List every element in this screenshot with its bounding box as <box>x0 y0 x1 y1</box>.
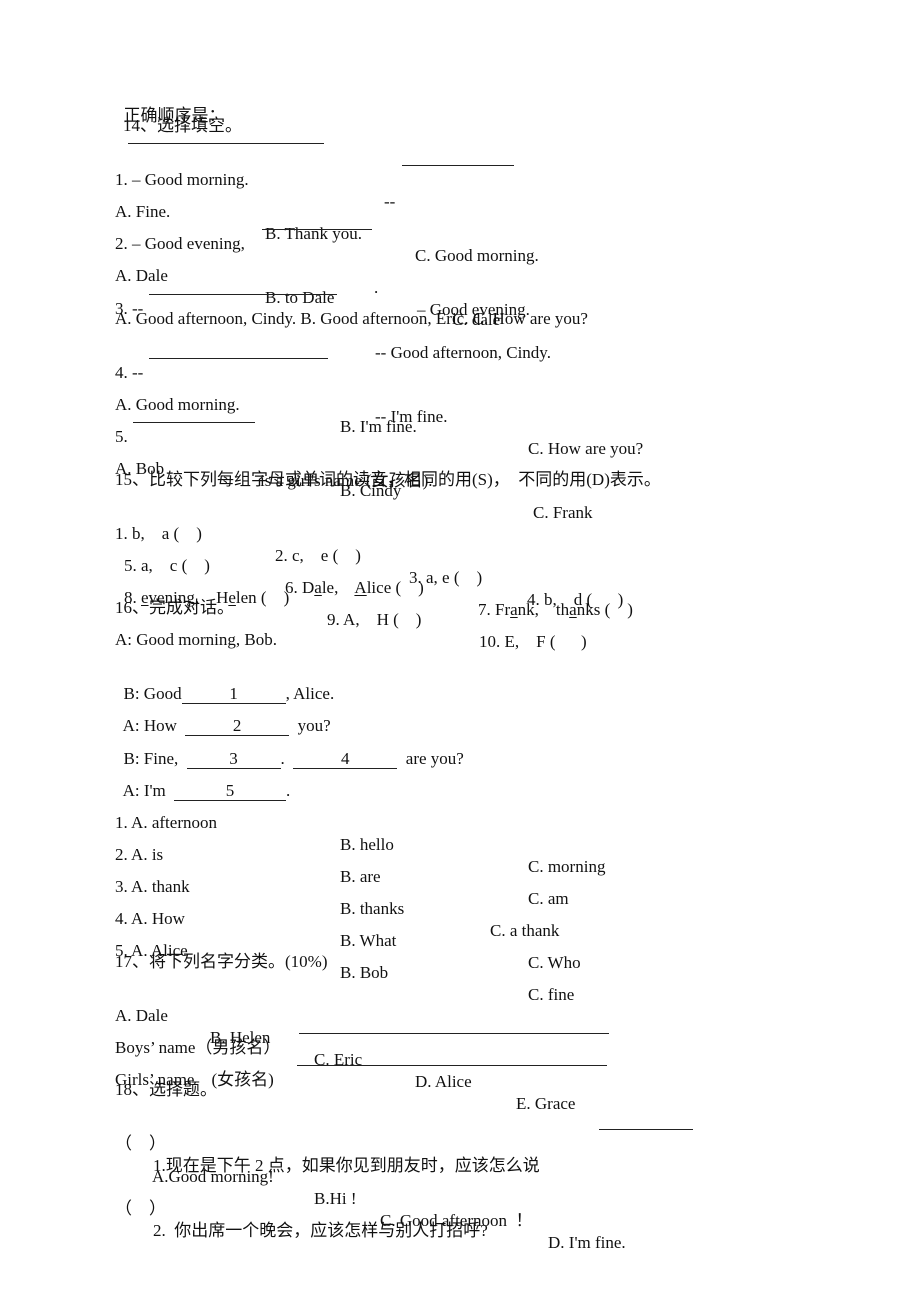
q14-4-answer-blank[interactable] <box>149 342 328 359</box>
q14-item-3: 3. -- -- Good afternoon, Cindy. <box>115 276 815 362</box>
q15-row-2: 5. a, c ( ) 6. Dale, Alice ( ) 7. Frank,… <box>124 533 824 619</box>
q15-item-9: 9. A, H ( ) <box>327 610 422 629</box>
q15-row-1: 1. b, a ( ) 2. c, e ( ) 3. a, e ( ) 4. b… <box>115 501 815 609</box>
choice-c: C. Who <box>528 953 581 972</box>
q14-item-4: 4. -- -- I'm fine. <box>115 340 815 426</box>
boys-name-line: Boys’ name（男孩名） <box>115 1015 815 1057</box>
q15-item-10: 10. E, F ( ) <box>479 632 587 651</box>
choice-row: 3. A. thank B. thanks C. a thank <box>115 854 815 940</box>
option-d: D. I'm fine. <box>548 1233 626 1252</box>
q15-title: 15、比较下列每组字母或单词的读音，相同的用(S)， 不同的用(D)表示。 <box>115 470 661 489</box>
q14-5-answer-blank[interactable] <box>133 406 255 423</box>
q15-item-7: 7. Frank, thanks ( ) <box>478 600 633 619</box>
q14-2-options: A. Dale B. to Dale C. dale <box>115 243 815 329</box>
choice-row: 2. A. is B. are C. am <box>115 822 815 908</box>
q18-item-2: （ ） 2. 你出席一个晚会，应该怎样与别人打招呼? <box>115 1176 815 1240</box>
q14-4-options: A. Good morning. B. I'm fine. C. How are… <box>115 372 815 458</box>
q14-item-5: 5. is a girl's name (女孩名). <box>115 404 815 490</box>
q15-row-3: 8. evening, Helen ( ) 9. A, H ( ) 10. E,… <box>124 565 824 651</box>
dialog-line-1: A: Good morning, Bob. <box>115 630 277 649</box>
q14-item-2: 2. – Good evening, . – Good evening. <box>115 211 815 319</box>
answer-paren[interactable]: （ ） <box>115 1198 166 1220</box>
q18-1-options: A.Good morning! B.Hi ! C. Good afternoon… <box>152 1144 852 1252</box>
q14-item-1: 1. – Good morning. -- <box>115 147 815 211</box>
choice-row: 1. A. afternoon B. hello C. morning <box>115 790 815 876</box>
q14-title: 14、选择填空。 <box>123 116 242 135</box>
q18-item-1: （ ） 1.现在是下午 2 点，如果你见到朋友时，应该怎么说 <box>115 1111 815 1175</box>
q17-names: A. Dale B. Helen C. Eric D. Alice E. Gra… <box>115 983 815 1113</box>
dialog-blank-4[interactable]: 4 <box>293 750 398 769</box>
q18-1-answer-blank[interactable] <box>599 1113 693 1130</box>
q14-1-answer-blank[interactable] <box>402 149 514 166</box>
q14-1-options: A. Fine. B. Thank you. C. Good morning. <box>115 179 815 265</box>
choice-b: B. Bob <box>340 963 389 982</box>
girls-name-line: Girls’ name (女孩名) <box>115 1047 815 1089</box>
q18-title: 18、选择题。 <box>115 1080 217 1099</box>
q17-title: 17、将下列名字分类。(10%) <box>115 952 328 971</box>
q14-5-options: A. Bob B. Cindy C. Frank <box>115 436 815 522</box>
name-option: D. Alice <box>415 1072 472 1091</box>
q16-title: 16、完成对话。 <box>115 598 234 617</box>
girls-name-blank[interactable] <box>297 1049 607 1066</box>
q14-2-answer-blank[interactable] <box>262 213 372 230</box>
q14-3-options: A. Good afternoon, Cindy. B. Good aftern… <box>115 309 588 328</box>
boys-name-blank[interactable] <box>299 1017 609 1034</box>
q18-2-question: 2. 你出席一个晚会，应该怎样与别人打招呼? <box>153 1221 488 1240</box>
choice-row: 5. A. Alice B. Bob C. fine <box>115 918 815 1004</box>
choice-row: 4. A. How B. What C. Who <box>115 886 815 972</box>
q14-3-answer-blank[interactable] <box>149 278 337 295</box>
